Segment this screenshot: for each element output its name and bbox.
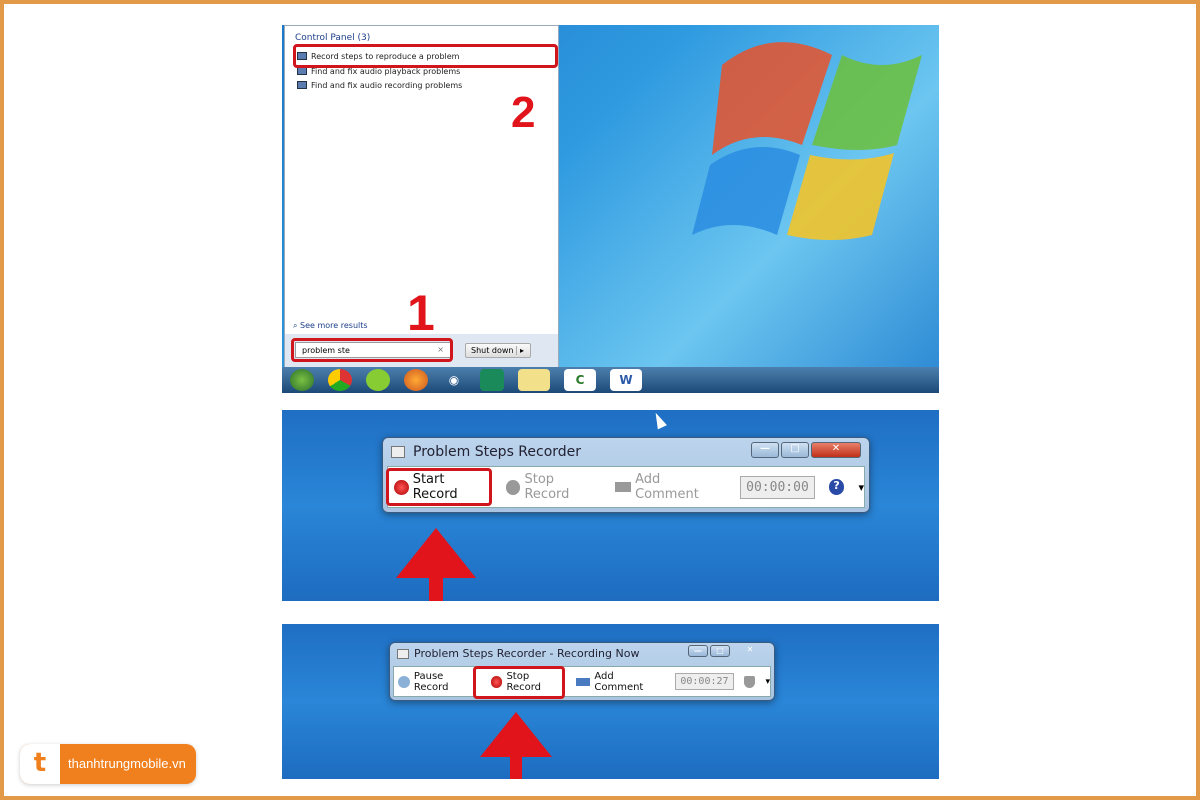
options-dropdown-icon[interactable]: ▾ <box>858 481 864 494</box>
psr-toolbar: Pause Record Stop Record Add Comment 00:… <box>393 666 771 697</box>
highlight-box <box>473 666 565 699</box>
highlight-box <box>293 44 558 68</box>
maximize-button[interactable]: □ <box>710 645 730 657</box>
brand-badge[interactable]: t thanhtrungmobile.vn <box>20 744 196 784</box>
step-number-2: 2 <box>511 88 536 137</box>
see-more-label: See more results <box>300 321 368 330</box>
add-comment-button[interactable]: Add Comment <box>615 472 726 502</box>
comment-icon <box>576 677 591 686</box>
stop-record-label: Stop Record <box>524 472 570 502</box>
psr-app-icon <box>397 649 409 659</box>
mouse-cursor-icon <box>651 410 667 430</box>
minimize-button[interactable]: — <box>751 442 779 458</box>
result-audio-recording[interactable]: Find and fix audio recording problems <box>297 78 462 92</box>
add-comment-label: Add Comment <box>635 472 699 502</box>
highlight-box <box>386 468 492 506</box>
camtasia-icon[interactable]: C <box>564 369 596 391</box>
green-app-icon[interactable] <box>480 369 504 391</box>
coccoc-icon[interactable] <box>366 369 390 391</box>
step3-screenshot: Problem Steps Recorder - Recording Now —… <box>282 624 939 779</box>
start-menu: Control Panel (3) Record steps to reprod… <box>284 25 559 367</box>
taskbar: ◉ C W <box>282 367 939 393</box>
window-title: Problem Steps Recorder <box>413 444 582 460</box>
options-dropdown-icon[interactable]: ▾ <box>765 677 770 687</box>
psr-app-icon <box>391 446 405 458</box>
result-label: Find and fix audio recording problems <box>311 80 463 90</box>
add-comment-button[interactable]: Add Comment <box>576 671 665 693</box>
pause-record-button[interactable]: Pause Record <box>398 671 481 693</box>
stop-icon <box>505 479 521 495</box>
maximize-button[interactable]: □ <box>781 442 809 458</box>
arrow-shaft <box>510 756 522 779</box>
notepad-icon[interactable] <box>518 369 550 391</box>
brand-name: thanhtrungmobile.vn <box>68 756 186 771</box>
elapsed-timer: 00:00:00 <box>740 475 815 499</box>
shut-down-button[interactable]: Shut down ▸ <box>465 343 531 358</box>
psr-recording-window: Problem Steps Recorder - Recording Now —… <box>389 642 775 701</box>
windows-logo <box>692 42 922 240</box>
section-header: Control Panel (3) <box>295 33 371 43</box>
minimize-button[interactable]: — <box>688 645 708 657</box>
shield-icon <box>743 675 756 688</box>
window-title: Problem Steps Recorder - Recording Now <box>414 647 640 660</box>
arrow-up-icon <box>396 528 476 578</box>
step1-screenshot: Control Panel (3) Record steps to reprod… <box>282 25 939 393</box>
weibo-icon[interactable]: ◉ <box>442 369 466 391</box>
search-icon: ⌕ <box>293 321 301 330</box>
close-button[interactable]: ✕ <box>732 645 768 657</box>
close-button[interactable]: ✕ <box>811 442 861 458</box>
arrow-up-icon <box>480 712 552 757</box>
step2-screenshot: Problem Steps Recorder — □ ✕ Start Recor… <box>282 410 939 601</box>
pause-icon <box>398 675 410 688</box>
add-comment-label: Add Comment <box>594 670 644 693</box>
control-panel-icon <box>297 67 307 75</box>
word-icon[interactable]: W <box>610 369 642 391</box>
shutdown-options-icon[interactable]: ▸ <box>516 346 525 355</box>
firefox-icon[interactable] <box>404 369 428 391</box>
start-orb-icon[interactable] <box>290 369 314 391</box>
control-panel-icon <box>297 81 307 89</box>
brand-logo: t <box>20 744 60 784</box>
shut-down-label: Shut down <box>471 346 514 355</box>
pause-record-label: Pause Record <box>413 670 449 693</box>
stop-record-button[interactable]: Stop Record <box>505 472 602 502</box>
help-icon[interactable]: ? <box>828 479 845 495</box>
chrome-icon[interactable] <box>328 369 352 391</box>
arrow-shaft <box>429 576 443 601</box>
see-more-results-link[interactable]: ⌕ See more results <box>293 321 368 331</box>
highlight-box <box>291 338 453 362</box>
elapsed-timer: 00:00:27 <box>675 673 734 690</box>
comment-icon <box>615 482 632 492</box>
